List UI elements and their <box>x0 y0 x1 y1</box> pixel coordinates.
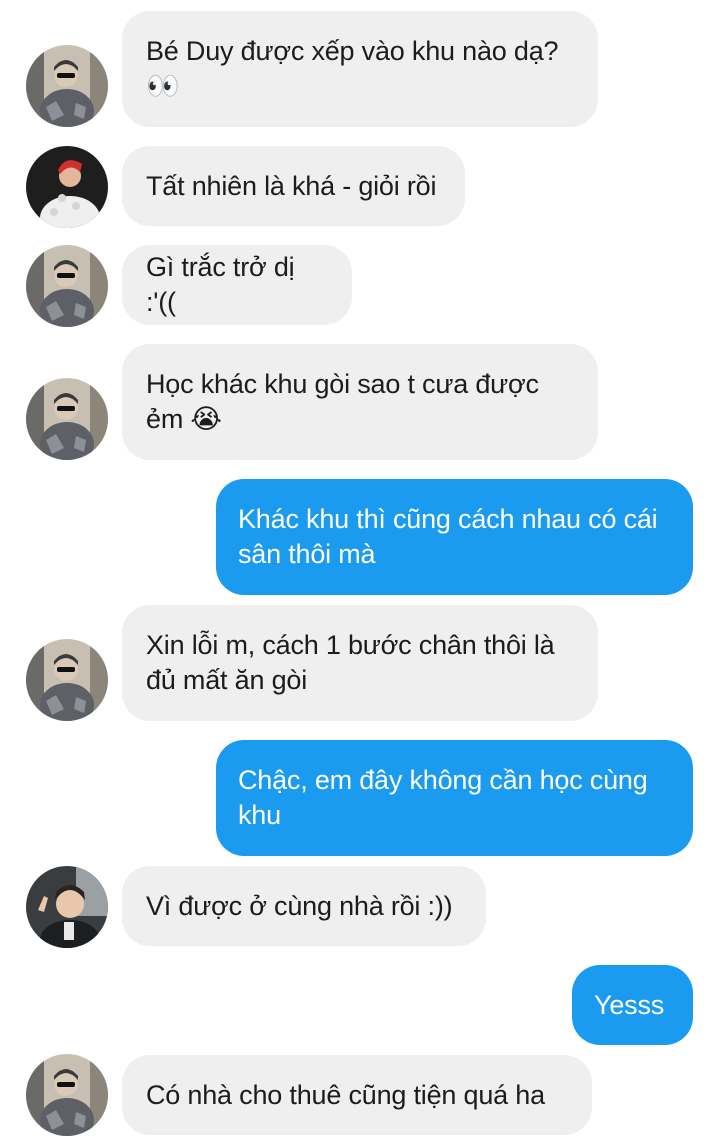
avatar-friend-c-image <box>26 866 108 948</box>
avatar-friend-a[interactable] <box>26 245 108 327</box>
message-bubble-sent[interactable]: Chậc, em đây không cần học cùng khu <box>216 740 693 856</box>
avatar-friend-a-image <box>26 378 108 460</box>
avatar-friend-a[interactable] <box>26 639 108 721</box>
avatar-friend-a-image <box>26 1054 108 1136</box>
chat-thread: Bé Duy được xếp vào khu nào dạ? 👀 Tất nh… <box>0 0 719 1136</box>
message-text: Yesss <box>594 989 665 1020</box>
avatar-friend-a-image <box>26 245 108 327</box>
avatar-friend-b-image <box>26 146 108 228</box>
message-text: Chậc, em đây không cần học cùng khu <box>238 765 648 830</box>
message-text: Vì được ở cùng nhà rồi :)) <box>146 890 453 921</box>
avatar-friend-a[interactable] <box>26 45 108 127</box>
avatar-friend-a[interactable] <box>26 378 108 460</box>
avatar-friend-a[interactable] <box>26 1054 108 1136</box>
avatar-friend-b[interactable] <box>26 146 108 228</box>
message-text: Có nhà cho thuê cũng tiện quá ha <box>146 1079 545 1110</box>
message-bubble-received[interactable]: Bé Duy được xếp vào khu nào dạ? 👀 <box>122 11 598 127</box>
message-text: Xin lỗi m, cách 1 bước chân thôi là đủ m… <box>146 630 555 695</box>
message-bubble-received[interactable]: Học khác khu gòi sao t cưa được ẻm 😭 <box>122 344 598 460</box>
avatar-friend-a-image <box>26 45 108 127</box>
message-bubble-received[interactable]: Tất nhiên là khá - giỏi rồi <box>122 146 465 226</box>
avatar-friend-a-image <box>26 639 108 721</box>
message-bubble-received[interactable]: Vì được ở cùng nhà rồi :)) <box>122 866 486 946</box>
message-bubble-received[interactable]: Có nhà cho thuê cũng tiện quá ha <box>122 1055 592 1135</box>
message-bubble-sent[interactable]: Yesss <box>572 965 693 1045</box>
message-bubble-received[interactable]: Xin lỗi m, cách 1 bước chân thôi là đủ m… <box>122 605 598 721</box>
message-bubble-sent[interactable]: Khác khu thì cũng cách nhau có cái sân t… <box>216 479 693 595</box>
message-text: Tất nhiên là khá - giỏi rồi <box>146 170 437 201</box>
message-text: Khác khu thì cũng cách nhau có cái sân t… <box>238 504 658 569</box>
message-bubble-received[interactable]: Gì trắc trở dị :'(( <box>122 245 352 325</box>
avatar-friend-c[interactable] <box>26 866 108 948</box>
message-text: Học khác khu gòi sao t cưa được ẻm 😭 <box>146 369 539 434</box>
message-text: Gì trắc trở dị :'(( <box>146 252 295 317</box>
message-text: Bé Duy được xếp vào khu nào dạ? 👀 <box>146 36 559 101</box>
